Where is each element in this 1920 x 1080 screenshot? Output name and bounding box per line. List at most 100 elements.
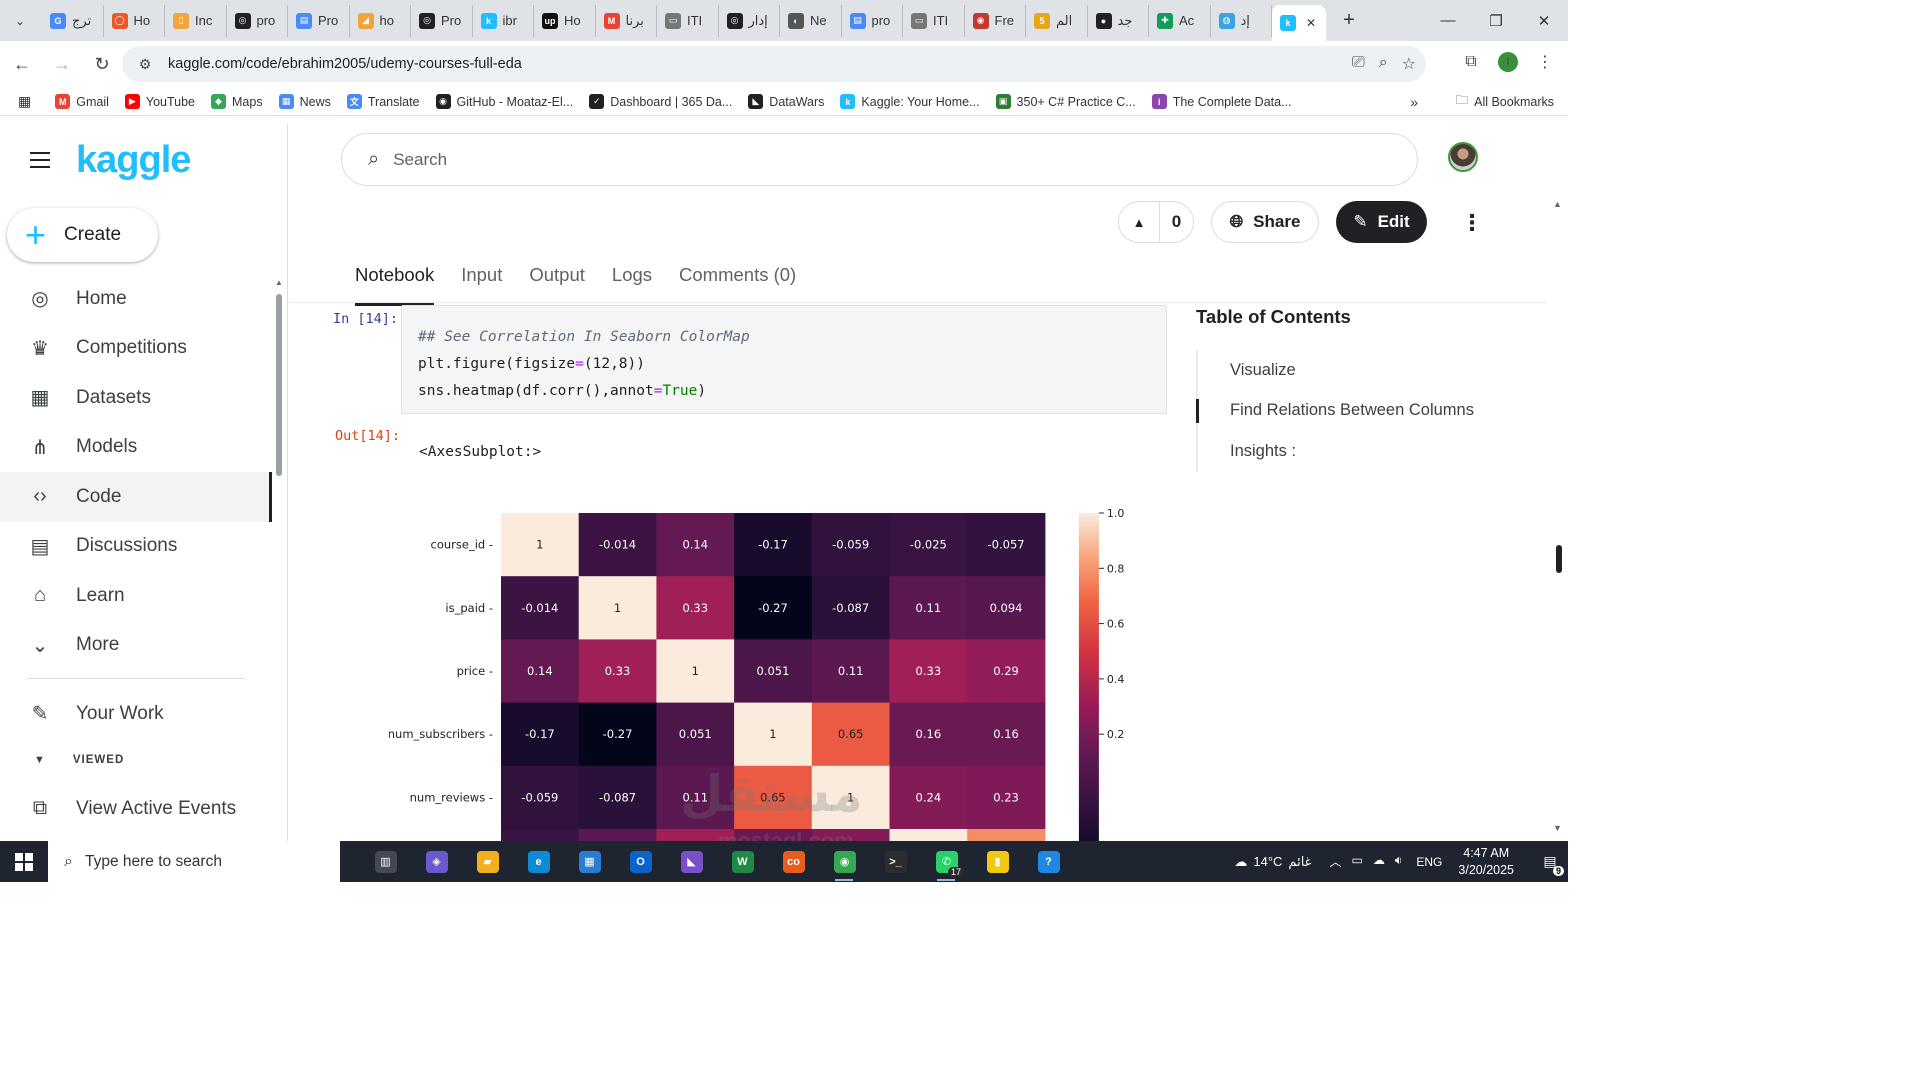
bookmark-item[interactable]: ◆ Maps bbox=[211, 94, 263, 109]
taskbar-app-copilot[interactable]: ◈ bbox=[411, 841, 462, 882]
sidebar-item-view-active-events[interactable]: ⧉ View Active Events bbox=[0, 784, 272, 834]
close-window-icon[interactable]: ✕ bbox=[1520, 0, 1568, 41]
create-button[interactable]: + Create bbox=[7, 208, 158, 262]
user-avatar[interactable] bbox=[1448, 142, 1478, 172]
taskbar-app-whatsapp[interactable]: ✆ 17 bbox=[921, 841, 972, 882]
bookmark-item[interactable]: i The Complete Data... bbox=[1151, 94, 1292, 109]
browser-tab[interactable]: ▭ ITI bbox=[657, 4, 719, 37]
tab-input[interactable]: Input bbox=[461, 264, 502, 304]
chrome-menu-icon[interactable]: ⋮ bbox=[1530, 47, 1560, 77]
browser-tab[interactable]: up Ho bbox=[534, 4, 596, 37]
taskbar-app-chrome[interactable]: ◉ bbox=[819, 841, 870, 882]
extensions-icon[interactable]: ⧉ bbox=[1456, 47, 1486, 77]
chevron-up-icon[interactable]: ︿ bbox=[1329, 853, 1341, 870]
browser-tab[interactable]: ✚ Ac bbox=[1149, 4, 1211, 37]
taskbar-app-task-view[interactable]: ▥ bbox=[360, 841, 411, 882]
browser-tab[interactable]: G ترج bbox=[42, 4, 104, 37]
viewed-section-toggle[interactable]: ▼ VIEWED bbox=[0, 750, 124, 770]
code-cell[interactable]: ## See Correlation In Seaborn ColorMap p… bbox=[401, 305, 1167, 414]
bookmark-item[interactable]: ▦ News bbox=[278, 94, 331, 109]
notification-center-icon[interactable]: ▤ 9 bbox=[1532, 853, 1568, 876]
browser-tab[interactable]: 5 الم bbox=[1026, 4, 1088, 37]
tab-logs[interactable]: Logs bbox=[612, 264, 652, 304]
language-indicator[interactable]: ENG bbox=[1416, 855, 1442, 869]
volume-icon[interactable]: 🔉︎ bbox=[1395, 853, 1403, 870]
clock[interactable]: 4:47 AM 3/20/2025 bbox=[1458, 845, 1514, 879]
tab-comments-0[interactable]: Comments (0) bbox=[679, 264, 796, 304]
start-button[interactable] bbox=[0, 841, 48, 882]
sidebar-item-models[interactable]: ⋔ Models bbox=[0, 423, 272, 473]
restore-icon[interactable]: ❐ bbox=[1472, 0, 1520, 41]
tab-notebook[interactable]: Notebook bbox=[355, 264, 435, 306]
new-tab-button[interactable]: + bbox=[1334, 9, 1364, 32]
sidebar-item-discussions[interactable]: ▤ Discussions bbox=[0, 522, 272, 572]
browser-tab[interactable]: M برنا bbox=[596, 4, 657, 37]
taskbar-app-outlook[interactable]: O bbox=[615, 841, 666, 882]
sidebar-scrollbar[interactable]: ▲ ▼ bbox=[275, 278, 283, 841]
taskbar-search-input[interactable]: ⌕ Type here to search bbox=[48, 841, 340, 882]
forward-button[interactable]: → bbox=[44, 47, 80, 83]
sidebar-item-competitions[interactable]: ♛ Competitions bbox=[0, 324, 272, 374]
bookmark-star-icon[interactable]: ☆ bbox=[1402, 54, 1416, 74]
browser-tab[interactable]: k ibr bbox=[473, 4, 534, 37]
site-info-icon[interactable]: ⚙ bbox=[130, 56, 160, 73]
tab-output[interactable]: Output bbox=[529, 264, 585, 304]
browser-tab[interactable]: ◎ pro bbox=[227, 4, 288, 37]
bookmark-item[interactable]: ▣ 350+ C# Practice C... bbox=[995, 94, 1136, 109]
toc-item[interactable]: Visualize bbox=[1198, 350, 1536, 391]
bookmark-item[interactable]: ▶ YouTube bbox=[124, 94, 195, 109]
taskbar-app-terminal[interactable]: >_ bbox=[870, 841, 921, 882]
main-scrollbar[interactable]: ▲ ▼ bbox=[1553, 199, 1565, 839]
sidebar-scroll-thumb[interactable] bbox=[276, 294, 282, 476]
kaggle-logo[interactable]: kaggle bbox=[76, 139, 191, 182]
reload-button[interactable]: ↻ bbox=[84, 47, 120, 83]
sidebar-item-more[interactable]: ⌄ More bbox=[0, 621, 272, 671]
sidebar-item-datasets[interactable]: ▦ Datasets bbox=[0, 373, 272, 423]
bookmark-item[interactable]: ◣ DataWars bbox=[748, 94, 824, 109]
battery-icon[interactable]: ▭ bbox=[1351, 853, 1362, 870]
onedrive-icon[interactable]: ☁ bbox=[1373, 853, 1385, 870]
upvote-arrow-icon[interactable]: ▲ bbox=[1119, 215, 1159, 230]
sidebar-item-home[interactable]: ◎ Home bbox=[0, 274, 272, 324]
taskbar-app-visual-studio[interactable]: ◣ bbox=[666, 841, 717, 882]
bookmark-item[interactable]: ✓ Dashboard | 365 Da... bbox=[589, 94, 732, 109]
toc-item[interactable]: Insights : bbox=[1198, 431, 1536, 472]
sidebar-item-learn[interactable]: ⌂ Learn bbox=[0, 571, 272, 621]
scroll-up-icon[interactable]: ▲ bbox=[1553, 199, 1562, 209]
bookmark-item[interactable]: ◉ GitHub - Moataz-El... bbox=[435, 94, 573, 109]
sidebar-item-your-work[interactable]: ✎ Your Work bbox=[0, 689, 272, 739]
kaggle-search-input[interactable]: ⌕ Search bbox=[341, 133, 1418, 186]
install-app-icon[interactable]: ⎚ bbox=[1352, 54, 1365, 74]
taskbar-app-edge[interactable]: e bbox=[513, 841, 564, 882]
more-bookmarks-icon[interactable]: » bbox=[1410, 94, 1418, 110]
browser-tab[interactable]: ▭ ITI bbox=[903, 4, 965, 37]
scroll-up-icon[interactable]: ▲ bbox=[275, 278, 283, 287]
profile-avatar[interactable]: I bbox=[1498, 52, 1518, 72]
scroll-down-icon[interactable]: ▼ bbox=[1553, 823, 1562, 833]
browser-tab[interactable]: ◉ Fre bbox=[965, 4, 1026, 37]
share-button[interactable]: 🌐︎ Share bbox=[1211, 201, 1319, 243]
apps-grid-icon[interactable]: ▦ bbox=[18, 93, 31, 110]
browser-tab[interactable]: ● جد bbox=[1088, 4, 1149, 37]
tab-search-button[interactable]: ⌄ bbox=[6, 7, 34, 35]
close-tab-icon[interactable]: ✕ bbox=[1306, 16, 1316, 30]
browser-tab[interactable]: ◢ ho bbox=[350, 4, 411, 37]
weather-widget[interactable]: ☁ 14°C غائم bbox=[1234, 854, 1311, 870]
minimize-icon[interactable]: — bbox=[1424, 0, 1472, 41]
taskbar-app-cs-app[interactable]: co bbox=[768, 841, 819, 882]
all-bookmarks-button[interactable]: 🗀 All Bookmarks bbox=[1456, 91, 1554, 112]
browser-tab[interactable]: ◎ Pro bbox=[411, 4, 473, 37]
bookmark-item[interactable]: M Gmail bbox=[55, 94, 109, 109]
browser-tab[interactable]: ▤ Pro bbox=[288, 4, 350, 37]
taskbar-app-store[interactable]: ▦ bbox=[564, 841, 615, 882]
browser-tab[interactable]: ◯ Ho bbox=[104, 4, 165, 37]
bookmark-item[interactable]: k Kaggle: Your Home... bbox=[840, 94, 980, 109]
main-scroll-thumb[interactable] bbox=[1556, 545, 1562, 573]
more-options-icon[interactable]: ⋮ bbox=[1461, 210, 1483, 236]
browser-tab[interactable]: ▤ pro bbox=[842, 4, 903, 37]
omnibox[interactable]: ⚙ kaggle.com/code/ebrahim2005/udemy-cour… bbox=[122, 46, 1426, 82]
bookmark-item[interactable]: 文 Translate bbox=[346, 94, 420, 109]
browser-tab[interactable]: ◎ إدار bbox=[719, 4, 780, 37]
browser-tab[interactable]: ◍ إد bbox=[1211, 4, 1272, 37]
browser-tab[interactable]: ◐ Ne bbox=[780, 4, 842, 37]
